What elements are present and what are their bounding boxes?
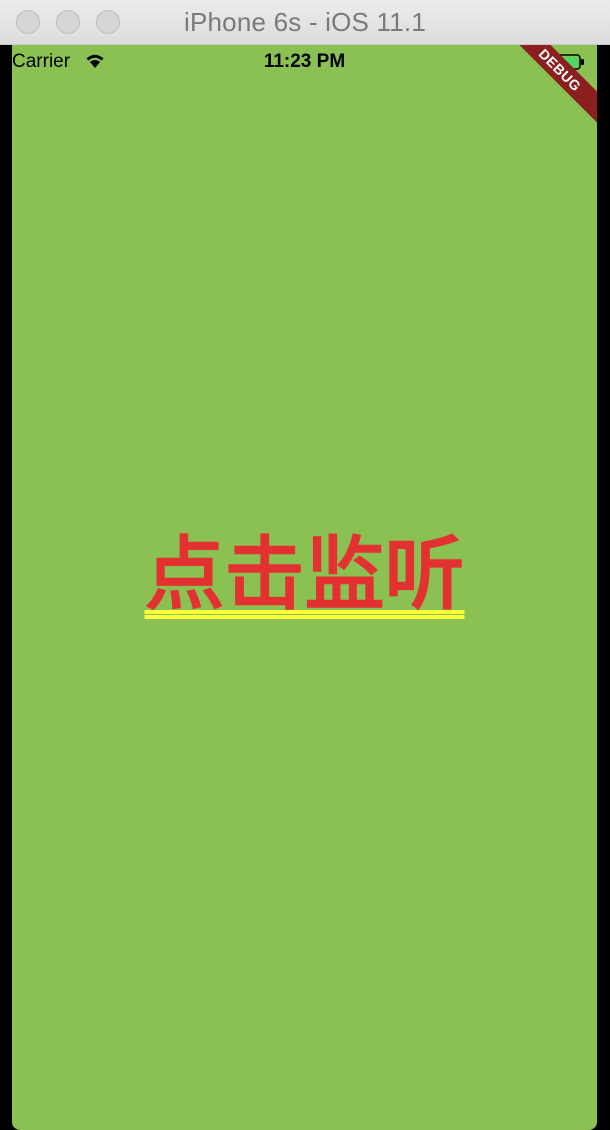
content-center: 点击监听 xyxy=(12,535,597,621)
window-titlebar: iPhone 6s - iOS 11.1 xyxy=(0,0,610,45)
tap-listen-text[interactable]: 点击监听 xyxy=(145,535,465,621)
window-title: iPhone 6s - iOS 11.1 xyxy=(184,7,426,37)
status-time: 11:23 PM xyxy=(263,51,346,72)
simulator-window: iPhone 6s - iOS 11.1 Carrier 11:23 PM DE… xyxy=(0,0,610,1130)
device-screen: Carrier 11:23 PM DEBUG 点击监听 xyxy=(12,45,597,1130)
status-bar: Carrier 11:23 PM DEBUG xyxy=(12,45,597,131)
